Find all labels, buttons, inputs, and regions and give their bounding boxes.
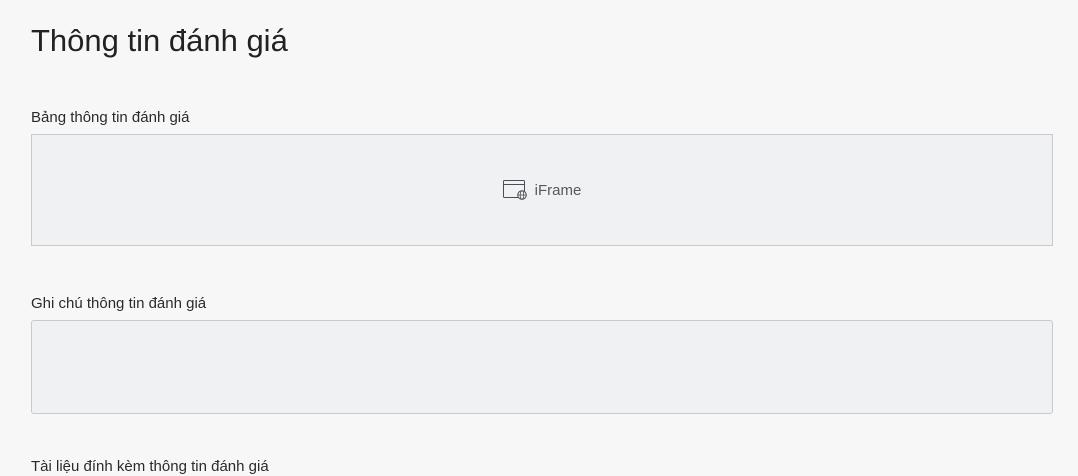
page-title: Thông tin đánh giá xyxy=(31,23,288,58)
evaluation-note-field[interactable] xyxy=(31,320,1053,414)
iframe-window-globe-icon xyxy=(502,180,527,200)
evaluation-table-label: Bảng thông tin đánh giá xyxy=(31,109,190,126)
attachments-label: Tài liệu đính kèm thông tin đánh giá xyxy=(31,458,269,475)
iframe-placeholder: iFrame xyxy=(502,180,582,200)
evaluation-table-iframe[interactable]: iFrame xyxy=(31,134,1053,246)
iframe-placeholder-label: iFrame xyxy=(534,181,582,199)
evaluation-note-label: Ghi chú thông tin đánh giá xyxy=(31,295,207,312)
